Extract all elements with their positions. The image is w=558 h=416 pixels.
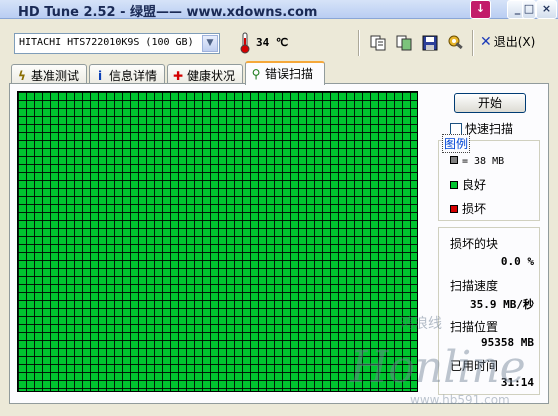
error-scan-icon: ⚲ — [251, 67, 261, 81]
exit-button[interactable]: ✕ 退出(X) — [480, 33, 544, 53]
bad-label: 损坏 — [462, 202, 487, 216]
tab-error-scan[interactable]: ⚲ 错误扫描 — [245, 61, 325, 85]
damaged-blocks-value: 0.0 % — [500, 255, 534, 268]
maximize-button[interactable]: □ — [522, 0, 536, 19]
damaged-blocks-label: 损坏的块 — [450, 237, 499, 251]
scan-block-grid — [17, 91, 418, 392]
tab-label: 错误扫描 — [265, 67, 314, 81]
scan-position-label: 扫描位置 — [450, 320, 499, 334]
scan-speed-label: 扫描速度 — [450, 279, 499, 293]
scan-position-value: 95358 MB — [481, 336, 534, 349]
exit-icon: ✕ — [480, 34, 492, 50]
tab-label: 健康状况 — [187, 69, 236, 83]
copy-screenshot-icon[interactable] — [395, 34, 413, 52]
drive-select-value: HITACHI HTS722010K9S (100 GB) — [19, 37, 194, 48]
pin-button[interactable]: ↓ — [470, 0, 491, 19]
drive-select[interactable]: HITACHI HTS722010K9S (100 GB) ▼ — [14, 33, 220, 54]
toolbar-separator — [472, 30, 474, 56]
start-button[interactable]: 开始 — [454, 93, 526, 113]
save-icon[interactable] — [421, 34, 439, 52]
good-swatch — [450, 181, 458, 189]
thermometer-icon — [240, 32, 250, 54]
legend-good: 良好 — [450, 176, 487, 192]
tab-label: 信息详情 — [109, 69, 158, 83]
options-icon[interactable] — [447, 34, 465, 52]
legend-title: 图例 — [442, 134, 471, 153]
tab-benchmark[interactable]: ϟ 基准测试 — [11, 64, 87, 84]
window-title: HD Tune 2.52 - 绿盟—— www.xdowns.com — [18, 5, 318, 20]
legend-bad: 损坏 — [450, 200, 487, 216]
exit-label: 退出(X) — [493, 35, 536, 49]
elapsed-time-label: 已用时间 — [450, 359, 499, 373]
close-button[interactable]: × — [536, 0, 557, 19]
toolbar-separator — [358, 30, 360, 56]
bad-swatch — [450, 205, 458, 213]
good-label: 良好 — [462, 178, 487, 192]
legend-block-size: = 38 MB — [450, 153, 504, 167]
info-icon: i — [97, 69, 103, 83]
copy-text-icon[interactable] — [369, 34, 387, 52]
scan-speed-value: 35.9 MB/秒 — [470, 298, 534, 311]
quick-scan-label: 快速扫描 — [465, 122, 514, 136]
block-swatch — [450, 156, 458, 164]
tab-health[interactable]: ✚ 健康状况 — [167, 64, 243, 84]
health-icon: ✚ — [172, 69, 184, 83]
chevron-down-icon[interactable]: ▼ — [202, 35, 218, 52]
tab-info[interactable]: i 信息详情 — [89, 64, 165, 84]
elapsed-time-value: 31:14 — [500, 376, 534, 389]
block-size-label: = 38 MB — [462, 156, 505, 167]
temperature-readout: 34 ℃ — [256, 36, 289, 49]
title-bar: HD Tune 2.52 - 绿盟—— www.xdowns.com ↓ _ □… — [0, 0, 558, 20]
tab-label: 基准测试 — [31, 69, 80, 83]
benchmark-icon: ϟ — [18, 69, 26, 83]
